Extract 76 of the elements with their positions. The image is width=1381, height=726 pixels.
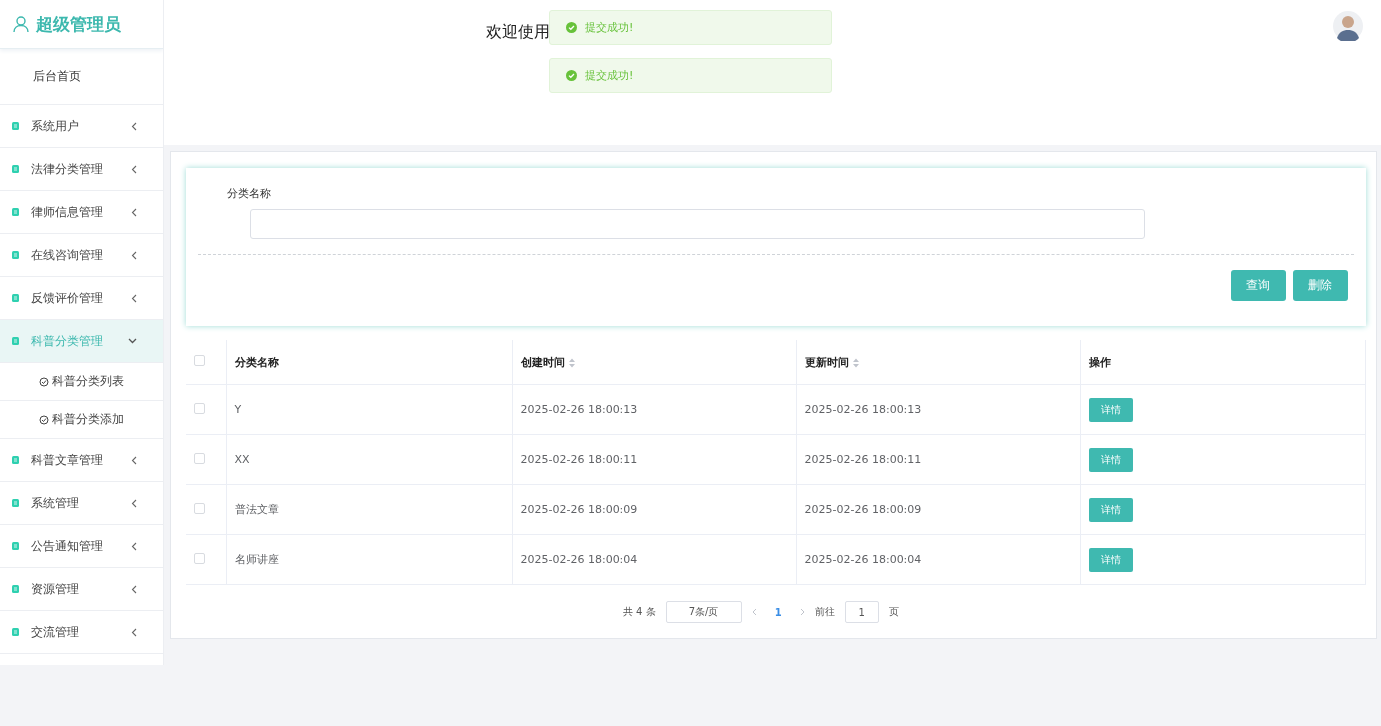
document-icon: [12, 122, 19, 130]
document-icon: [12, 208, 19, 216]
chevron-down-icon: [128, 338, 137, 344]
page-suffix: 页: [888, 605, 899, 619]
chevron-left-icon: [131, 121, 137, 131]
document-icon: [12, 456, 19, 464]
chevron-left-icon: [131, 293, 137, 303]
check-circle-icon: [39, 414, 49, 425]
sort-icon[interactable]: [852, 357, 859, 368]
page-size-select[interactable]: 7条/页: [665, 601, 742, 623]
sidebar-item[interactable]: 公告通知管理: [0, 525, 163, 568]
chevron-left-icon: [131, 164, 137, 174]
avatar-icon[interactable]: [1333, 11, 1363, 41]
sidebar-title: 超级管理员: [36, 12, 121, 36]
document-icon: [12, 251, 19, 259]
column-header: 更新时间: [804, 355, 849, 369]
column-header: 分类名称: [234, 355, 279, 369]
check-circle-icon: [566, 22, 577, 33]
sidebar-subitem[interactable]: 科普分类添加: [0, 401, 163, 439]
checkbox[interactable]: [194, 355, 205, 366]
input-field[interactable]: [250, 209, 1145, 239]
sidebar-item[interactable]: 法律分类管理: [0, 148, 163, 191]
document-icon: [12, 294, 19, 302]
table-cell: 2025-02-26 18:00:09: [520, 503, 638, 516]
table-cell: 2025-02-26 18:00:04: [804, 553, 922, 566]
column-header: 操作: [1088, 355, 1111, 369]
check-circle-icon: [566, 70, 577, 81]
field-label: 分类名称: [227, 186, 272, 201]
table-cell: 普法文章: [234, 503, 279, 516]
column-header: 创建时间: [520, 355, 565, 369]
chevron-left-icon[interactable]: [751, 608, 757, 616]
sidebar-item[interactable]: 在线咨询管理: [0, 234, 163, 277]
document-icon: [12, 585, 19, 593]
success-toast: 提交成功!: [549, 58, 832, 93]
chevron-left-icon: [131, 455, 137, 465]
sidebar-item[interactable]: 后台首页: [0, 49, 163, 105]
table-cell: Y: [234, 403, 242, 416]
document-icon: [12, 499, 19, 507]
table-cell: XX: [234, 453, 250, 466]
chevron-left-icon: [131, 541, 137, 551]
chevron-left-icon: [131, 584, 137, 594]
chevron-right-icon[interactable]: [799, 608, 805, 616]
checkbox[interactable]: [194, 502, 205, 514]
sidebar-item[interactable]: 系统用户: [0, 105, 163, 148]
table-cell: 2025-02-26 18:00:09: [804, 503, 922, 516]
table-cell: 名师讲座: [234, 553, 279, 566]
chevron-left-icon: [131, 207, 137, 217]
sort-icon[interactable]: [568, 357, 575, 368]
sidebar-subitem[interactable]: 科普分类列表: [0, 363, 163, 401]
chevron-left-icon: [131, 498, 137, 508]
welcome-text: 欢迎使用: [486, 22, 550, 43]
table-cell: 2025-02-26 18:00:11: [520, 453, 638, 466]
page-input[interactable]: 1: [844, 601, 879, 623]
checkbox[interactable]: [194, 552, 205, 564]
table-cell: 2025-02-26 18:00:04: [520, 553, 638, 566]
checkbox[interactable]: [194, 452, 205, 464]
document-icon: [12, 628, 19, 636]
table-cell: 2025-02-26 18:00:13: [520, 403, 638, 416]
goto-label: 前往: [814, 605, 835, 619]
total-count: 共 4 条: [622, 605, 656, 619]
document-icon: [12, 165, 19, 173]
chevron-left-icon: [131, 250, 137, 260]
checkbox[interactable]: [194, 402, 205, 414]
sidebar-item[interactable]: 系统管理: [0, 482, 163, 525]
check-circle-icon: [39, 376, 49, 387]
table-cell: 2025-02-26 18:00:13: [804, 403, 922, 416]
success-toast: 提交成功!: [549, 10, 832, 45]
document-icon: [12, 542, 19, 550]
user-icon: [12, 15, 30, 33]
sidebar-item[interactable]: 资源管理: [0, 568, 163, 611]
chevron-left-icon: [131, 627, 137, 637]
table-cell: 2025-02-26 18:00:11: [804, 453, 922, 466]
sidebar-item[interactable]: 交流管理: [0, 611, 163, 654]
sidebar-item[interactable]: 律师信息管理: [0, 191, 163, 234]
sidebar-item[interactable]: 科普文章管理: [0, 439, 163, 482]
document-icon: [12, 337, 19, 345]
